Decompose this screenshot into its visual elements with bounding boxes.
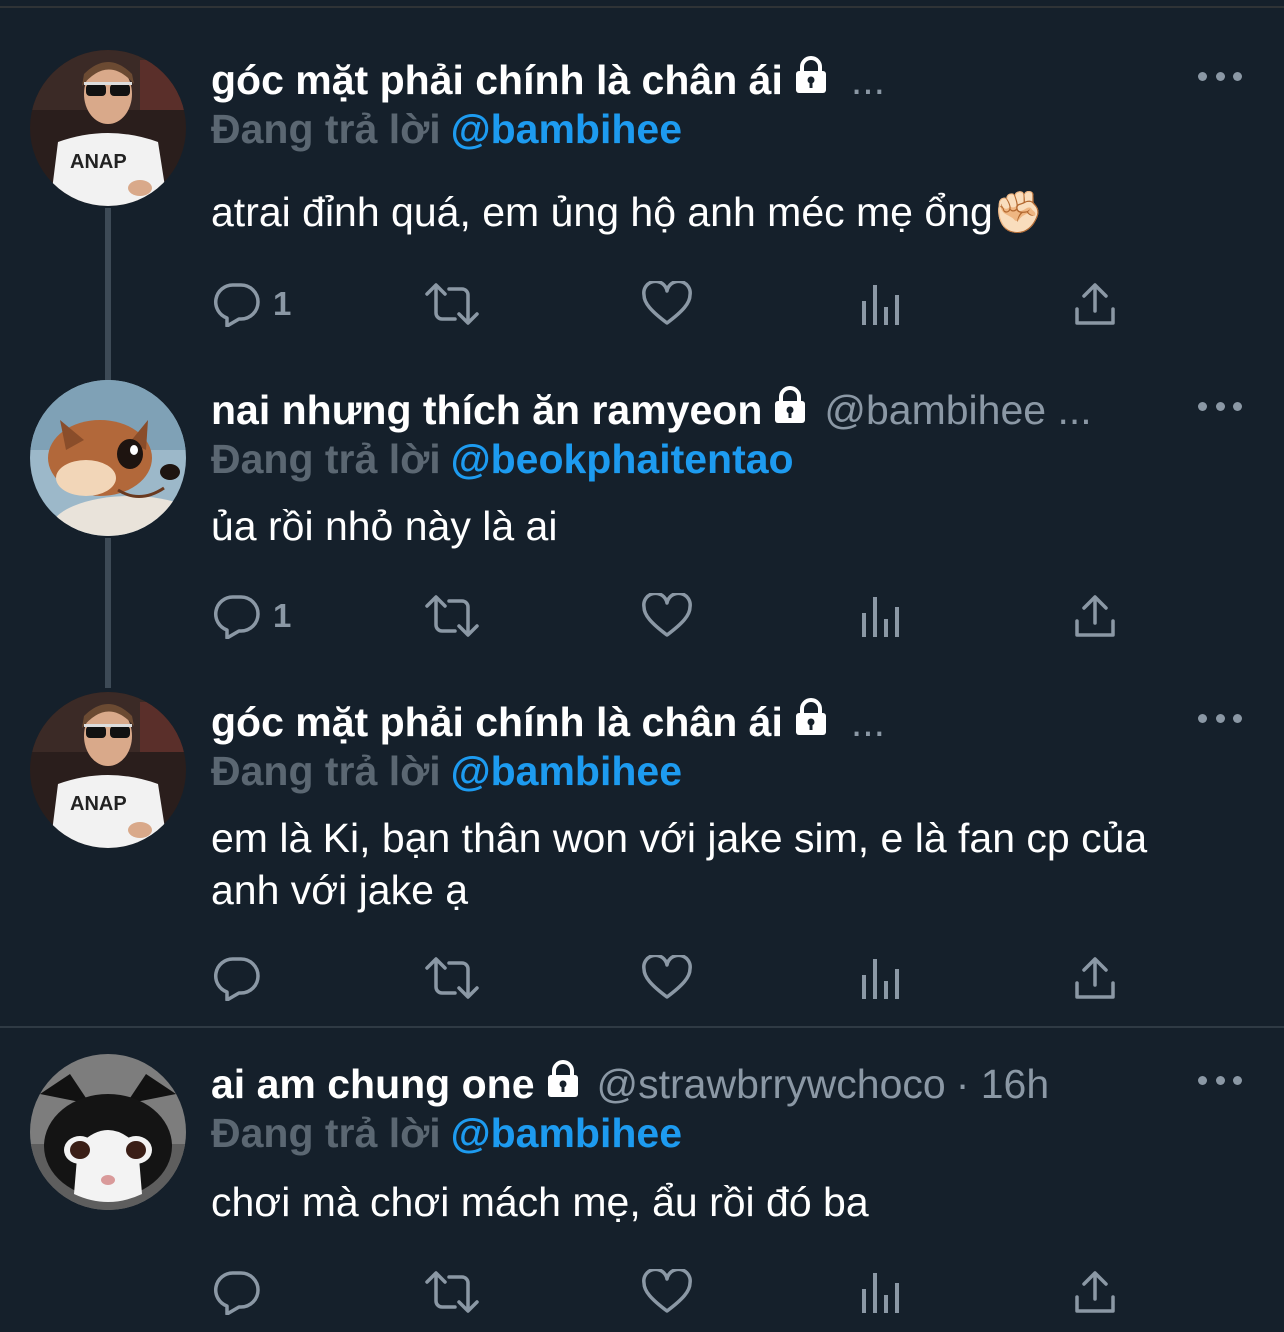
- tweet[interactable]: ai am chung one @strawbrrywchoco · 16h Đ…: [0, 1028, 1284, 1332]
- views-button[interactable]: [860, 948, 902, 1008]
- action-bar: 1: [0, 586, 1284, 646]
- reply-icon: [213, 281, 261, 327]
- views-button[interactable]: [860, 274, 902, 334]
- lock-icon: [791, 52, 831, 108]
- like-button[interactable]: [641, 948, 693, 1008]
- retweet-button[interactable]: [423, 1262, 481, 1322]
- reply-count: 1: [273, 285, 292, 322]
- retweet-icon: [423, 955, 481, 1001]
- action-bar: [0, 948, 1284, 1008]
- handle[interactable]: @strawbrrywchoco: [597, 1056, 946, 1112]
- share-button[interactable]: [1073, 586, 1117, 646]
- more-icon[interactable]: [1198, 66, 1242, 86]
- more-icon[interactable]: [1198, 708, 1242, 728]
- lock-icon: [543, 1056, 583, 1112]
- svg-text:ANAP: ANAP: [70, 151, 127, 173]
- handle[interactable]: @bambihee ...: [824, 382, 1091, 438]
- reply-button[interactable]: [213, 948, 273, 1008]
- views-icon: [860, 955, 902, 1001]
- retweet-button[interactable]: [423, 586, 481, 646]
- tweet-text: em là Ki, bạn thân won với jake sim, e l…: [211, 815, 1148, 913]
- lock-icon: [770, 382, 810, 438]
- like-icon: [641, 1269, 693, 1315]
- more-icon[interactable]: [1198, 396, 1242, 416]
- share-icon: [1073, 281, 1117, 327]
- retweet-icon: [423, 1269, 481, 1315]
- views-icon: [860, 1269, 902, 1315]
- reply-count: 1: [273, 597, 292, 634]
- avatar[interactable]: ANAP: [30, 50, 186, 206]
- action-bar: 1: [0, 274, 1284, 334]
- tweet-text: ủa rồi nhỏ này là ai: [211, 503, 558, 549]
- timestamp[interactable]: · 16h: [956, 1056, 1049, 1112]
- replying-label: Đang trả lời: [211, 106, 441, 152]
- retweet-button[interactable]: [423, 948, 481, 1008]
- lock-icon: [791, 694, 831, 750]
- share-icon: [1073, 593, 1117, 639]
- like-button[interactable]: [641, 586, 693, 646]
- svg-text:ANAP: ANAP: [70, 793, 127, 815]
- views-icon: [860, 593, 902, 639]
- replying-to: Đang trả lời @bambihee: [211, 1105, 682, 1161]
- tweet-text: atrai đỉnh quá, em ủng hộ anh méc mẹ ổng…: [211, 189, 1044, 235]
- mention-link[interactable]: @beokphaitentao: [451, 436, 794, 482]
- avatar[interactable]: ANAP: [30, 692, 186, 848]
- retweet-button[interactable]: [423, 274, 481, 334]
- share-button[interactable]: [1073, 274, 1117, 334]
- name-truncation: ...: [850, 57, 886, 103]
- replying-to: Đang trả lời @beokphaitentao: [211, 431, 794, 487]
- share-button[interactable]: [1073, 948, 1117, 1008]
- display-name[interactable]: góc mặt phải chính là chân ái: [211, 694, 783, 750]
- views-button[interactable]: [860, 1262, 902, 1322]
- replying-to: Đang trả lời @bambihee: [211, 101, 682, 157]
- reply-icon: [213, 955, 261, 1001]
- reply-button[interactable]: [213, 1262, 273, 1322]
- like-icon: [641, 281, 693, 327]
- share-icon: [1073, 1269, 1117, 1315]
- avatar[interactable]: [30, 380, 186, 536]
- mention-link[interactable]: @bambihee: [451, 106, 682, 152]
- retweet-icon: [423, 593, 481, 639]
- avatar[interactable]: [30, 1054, 186, 1210]
- reply-button[interactable]: 1: [213, 274, 291, 334]
- display-name[interactable]: nai nhưng thích ăn ramyeon: [211, 382, 762, 438]
- tweet[interactable]: ANAP góc mặt phải chính là chân ái ... Đ…: [0, 690, 1284, 1026]
- like-icon: [641, 593, 693, 639]
- like-icon: [641, 955, 693, 1001]
- like-button[interactable]: [641, 274, 693, 334]
- share-icon: [1073, 955, 1117, 1001]
- reply-button[interactable]: 1: [213, 586, 291, 646]
- mention-link[interactable]: @bambihee: [451, 748, 682, 794]
- display-name[interactable]: ai am chung one: [211, 1056, 535, 1112]
- reply-icon: [213, 1269, 261, 1315]
- tweet[interactable]: ANAP góc mặt phải chính là chân ái ... Đ…: [0, 0, 1284, 360]
- reply-icon: [213, 593, 261, 639]
- retweet-icon: [423, 281, 481, 327]
- action-bar: [0, 1262, 1284, 1322]
- mention-link[interactable]: @bambihee: [451, 1110, 682, 1156]
- views-button[interactable]: [860, 586, 902, 646]
- views-icon: [860, 281, 902, 327]
- more-icon[interactable]: [1198, 1070, 1242, 1090]
- replying-label: Đang trả lời: [211, 1110, 441, 1156]
- share-button[interactable]: [1073, 1262, 1117, 1322]
- tweet-text: chơi mà chơi mách mẹ, ẩu rồi đó ba: [211, 1179, 869, 1225]
- replying-label: Đang trả lời: [211, 436, 441, 482]
- name-truncation: ...: [850, 699, 886, 745]
- display-name[interactable]: góc mặt phải chính là chân ái: [211, 52, 783, 108]
- replying-to: Đang trả lời @bambihee: [211, 743, 682, 799]
- like-button[interactable]: [641, 1262, 693, 1322]
- tweet[interactable]: nai nhưng thích ăn ramyeon @bambihee ...…: [0, 360, 1284, 690]
- replying-label: Đang trả lời: [211, 748, 441, 794]
